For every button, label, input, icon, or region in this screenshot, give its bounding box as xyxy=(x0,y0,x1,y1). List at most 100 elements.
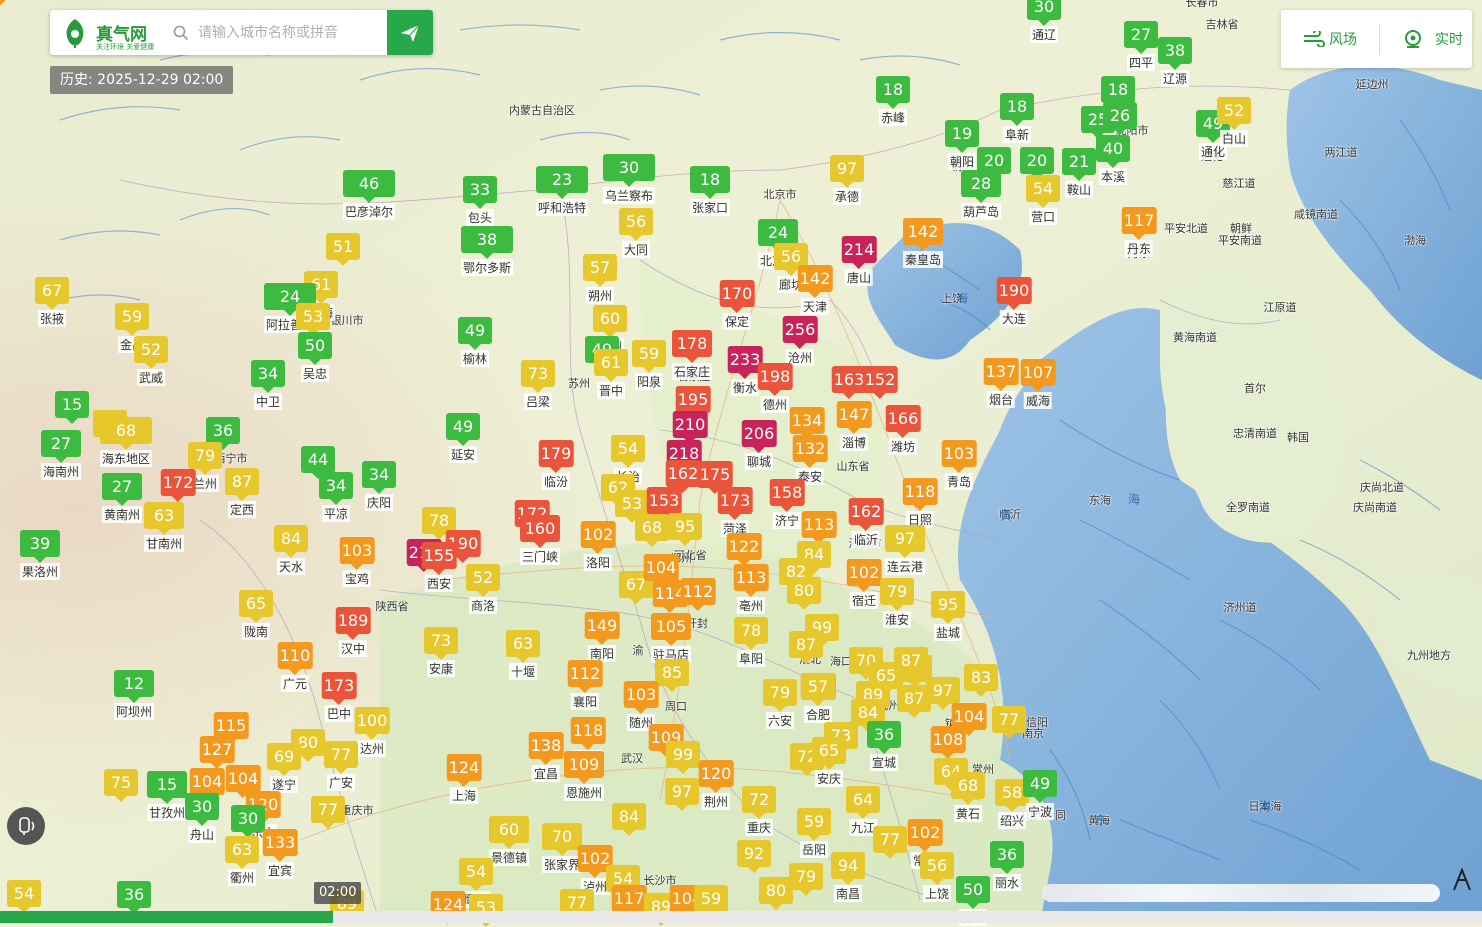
aqi-marker[interactable]: 102 洛阳 xyxy=(580,521,616,571)
aqi-marker[interactable]: 59 xyxy=(694,885,728,918)
aqi-marker[interactable]: 34 庆阳 xyxy=(362,461,396,511)
aqi-marker[interactable]: 68 海东地区 xyxy=(99,417,153,467)
aqi-marker[interactable]: 56 上饶 xyxy=(920,852,954,902)
aqi-marker[interactable]: 77 xyxy=(992,706,1026,739)
aqi-marker[interactable]: 36 丽水 xyxy=(990,841,1024,891)
aqi-marker[interactable]: 109 恩施州 xyxy=(563,751,605,801)
aqi-marker[interactable]: 147 淄博 xyxy=(836,401,872,451)
aqi-marker[interactable]: 84 xyxy=(612,803,646,836)
aqi-marker[interactable]: 36 xyxy=(117,881,151,914)
aqi-marker[interactable]: 67 张掖 xyxy=(35,277,69,327)
aqi-marker[interactable]: 153 xyxy=(646,487,682,520)
aqi-marker[interactable]: 132 泰安 xyxy=(792,435,828,485)
aqi-marker[interactable]: 108 xyxy=(930,726,966,759)
aqi-marker[interactable]: 73 安康 xyxy=(424,627,458,677)
aqi-marker[interactable]: 175 xyxy=(697,461,733,494)
aqi-marker[interactable]: 70 张家界 xyxy=(541,823,583,873)
aqi-marker[interactable]: 54 xyxy=(7,880,41,913)
aqi-marker[interactable]: 162 临沂 xyxy=(848,498,884,548)
zhenqi-logo-icon[interactable]: 真气网 关注环境 关爱健康 xyxy=(60,16,160,51)
aqi-marker[interactable]: 110 广元 xyxy=(277,642,313,692)
aqi-marker[interactable]: 162 xyxy=(665,460,701,493)
aqi-marker[interactable]: 78 阜阳 xyxy=(734,617,768,667)
aqi-marker[interactable]: 56 大同 xyxy=(619,208,653,258)
aqi-marker[interactable]: 68 黄石 xyxy=(951,772,985,822)
aqi-marker[interactable]: 79 淮安 xyxy=(880,578,914,628)
aqi-marker[interactable]: 21 鞍山 xyxy=(1062,148,1096,198)
aqi-marker[interactable]: 210 xyxy=(672,411,708,444)
aqi-marker[interactable]: 28 葫芦岛 xyxy=(960,170,1002,220)
aqi-marker[interactable]: 34 平凉 xyxy=(319,472,353,522)
aqi-marker[interactable]: 68 xyxy=(635,514,669,547)
aqi-marker[interactable]: 99 xyxy=(666,741,700,774)
aqi-marker[interactable]: 72 重庆 xyxy=(742,786,776,836)
aqi-marker[interactable]: 97 xyxy=(926,677,960,710)
aqi-marker[interactable]: 133 宜宾 xyxy=(262,829,298,879)
aqi-marker[interactable]: 33 包头 xyxy=(463,176,497,226)
aqi-marker[interactable]: 105 驻马店 xyxy=(650,613,692,663)
aqi-marker[interactable]: 170 保定 xyxy=(719,280,755,330)
aqi-marker[interactable]: 40 本溪 xyxy=(1096,135,1130,185)
aqi-marker[interactable]: 172 xyxy=(160,469,196,502)
aqi-marker[interactable]: 117 xyxy=(611,885,647,918)
aqi-marker[interactable]: 30 乌兰察布 xyxy=(602,154,656,204)
aqi-marker[interactable]: 112 襄阳 xyxy=(567,660,603,710)
aqi-marker[interactable]: 65 陇南 xyxy=(239,590,273,640)
aqi-marker[interactable]: 155 西安 xyxy=(421,542,457,592)
aqi-marker[interactable]: 80 xyxy=(759,877,793,910)
aqi-marker[interactable]: 77 xyxy=(311,796,345,829)
aqi-marker[interactable]: 163 xyxy=(831,366,867,399)
aqi-marker[interactable]: 63 十堰 xyxy=(506,630,540,680)
aqi-marker[interactable]: 34 中卫 xyxy=(251,360,285,410)
aqi-marker[interactable]: 60 景德镇 xyxy=(488,816,530,866)
aqi-marker[interactable]: 51 xyxy=(326,233,360,266)
aqi-marker[interactable]: 178 石家庄 xyxy=(671,330,713,380)
aqi-marker[interactable]: 97 承德 xyxy=(830,155,864,205)
search-submit-button[interactable] xyxy=(387,10,433,55)
aqi-marker[interactable]: 73 吕梁 xyxy=(521,360,555,410)
wind-field-button[interactable]: 风场 xyxy=(1303,10,1357,68)
aqi-marker[interactable]: 160 三门峡 xyxy=(519,515,561,565)
aqi-marker[interactable]: 49 宁波 xyxy=(1023,770,1057,820)
aqi-marker[interactable]: 18 张家口 xyxy=(689,166,731,216)
aqi-marker[interactable]: 87 xyxy=(894,647,928,680)
aqi-marker[interactable]: 52 白山 xyxy=(1217,97,1251,147)
aqi-marker[interactable]: 79 六安 xyxy=(763,679,797,729)
aqi-marker[interactable]: 39 果洛州 xyxy=(19,530,61,580)
timeline-slider[interactable] xyxy=(0,911,1482,923)
aqi-marker[interactable]: 103 青岛 xyxy=(941,440,977,490)
aqi-marker[interactable]: 103 宝鸡 xyxy=(339,537,375,587)
aqi-marker[interactable]: 53 xyxy=(615,490,649,523)
aqi-marker[interactable]: 27 海南州 xyxy=(40,430,82,480)
aqi-marker[interactable]: 52 商洛 xyxy=(466,564,500,614)
aqi-marker[interactable]: 12 阿坝州 xyxy=(113,670,155,720)
aqi-marker[interactable]: 80 xyxy=(787,577,821,610)
aqi-marker[interactable]: 166 潍坊 xyxy=(885,405,921,455)
aqi-marker[interactable]: 124 上海 xyxy=(446,754,482,804)
aqi-marker[interactable]: 54 营口 xyxy=(1026,175,1060,225)
aqi-marker[interactable]: 107 威海 xyxy=(1020,359,1056,409)
aqi-marker[interactable]: 15 xyxy=(55,391,89,424)
aqi-marker[interactable]: 102 宿迁 xyxy=(846,559,882,609)
aqi-marker[interactable]: 85 xyxy=(655,659,689,692)
aqi-marker[interactable]: 36 xyxy=(206,417,240,450)
aqi-marker[interactable]: 59 岳阳 xyxy=(797,808,831,858)
aqi-marker[interactable]: 104 xyxy=(643,554,679,587)
aqi-marker[interactable]: 57 合肥 xyxy=(801,673,835,723)
aqi-marker[interactable]: 256 沧州 xyxy=(782,316,818,366)
aqi-marker[interactable]: 142 天津 xyxy=(797,265,833,315)
aqi-marker[interactable]: 61 晋中 xyxy=(594,349,628,399)
aqi-marker[interactable]: 26 xyxy=(1103,102,1137,135)
aqi-marker[interactable]: 115 xyxy=(213,712,249,745)
realtime-button[interactable]: 实时 xyxy=(1403,10,1463,68)
aqi-marker[interactable]: 117 丹东 xyxy=(1121,207,1157,257)
aqi-marker[interactable]: 214 唐山 xyxy=(841,236,877,286)
aqi-marker[interactable]: 94 南昌 xyxy=(831,852,865,902)
flag-icon[interactable] xyxy=(1448,866,1474,892)
aqi-marker[interactable]: 120 荆州 xyxy=(698,760,734,810)
aqi-marker[interactable]: 137 烟台 xyxy=(983,358,1019,408)
aqi-marker[interactable]: 38 鄂尔多斯 xyxy=(460,226,514,276)
aqi-marker[interactable]: 57 朔州 xyxy=(583,254,617,304)
aqi-marker[interactable]: 173 菏泽 xyxy=(717,487,753,537)
aqi-marker[interactable]: 52 武威 xyxy=(134,336,168,386)
